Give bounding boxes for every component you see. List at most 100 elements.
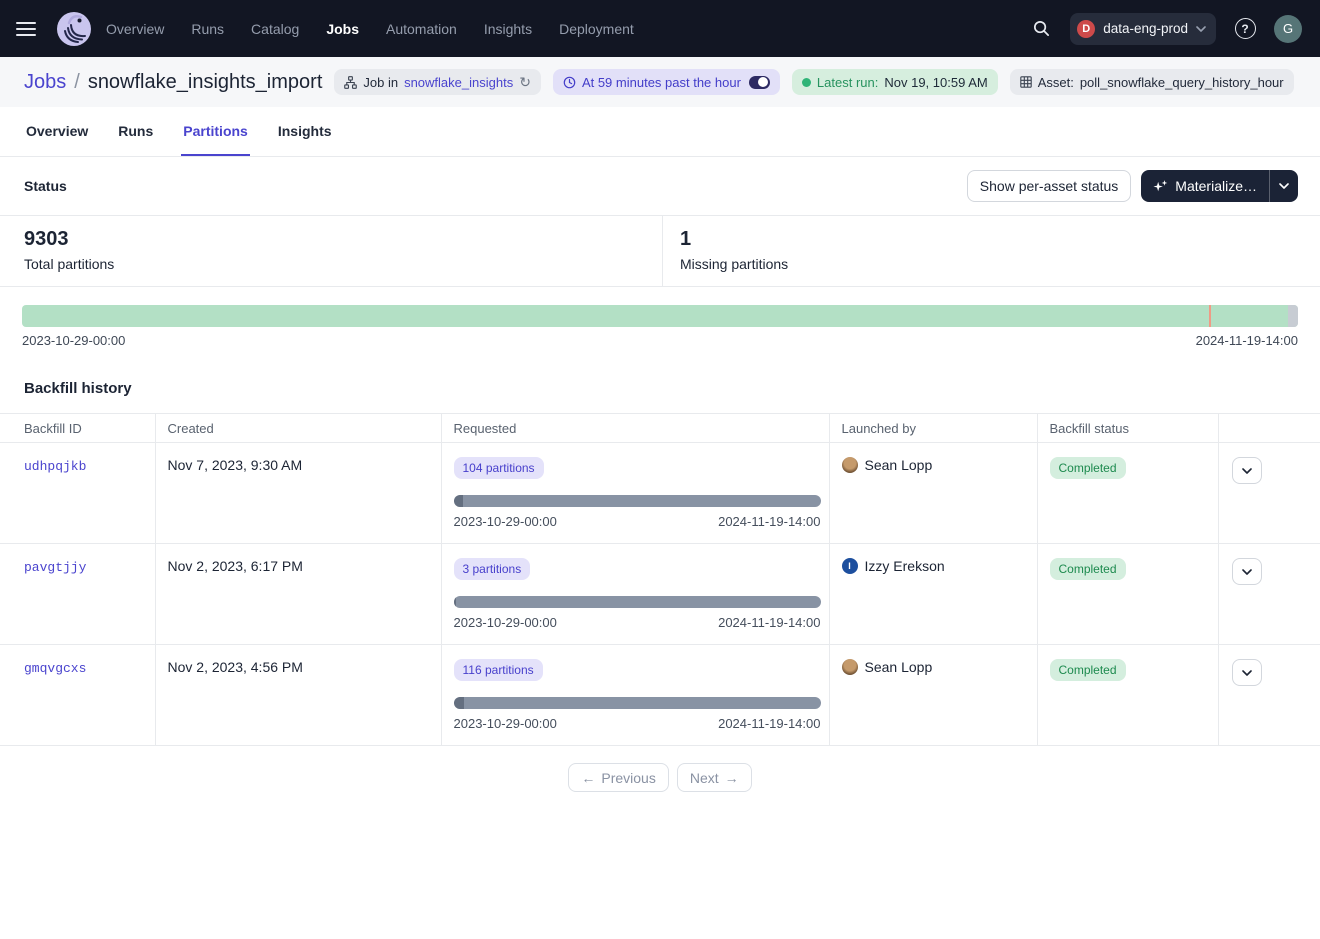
user-avatar [842, 659, 858, 675]
col-actions [1218, 414, 1320, 443]
nav-item-deployment[interactable]: Deployment [559, 21, 634, 37]
latest-run-badge: Latest run: Nov 19, 10:59 AM [792, 69, 998, 95]
row-menu-button[interactable] [1232, 558, 1262, 585]
backfill-id-link[interactable]: udhpqjkb [24, 459, 86, 474]
arrow-left-icon: ← [581, 770, 595, 786]
backfill-range-start: 2023-10-29-00:00 [454, 615, 557, 630]
user-avatar[interactable]: G [1274, 15, 1302, 43]
deployment-switcher[interactable]: D data-eng-prod [1070, 13, 1216, 45]
help-icon[interactable]: ? [1230, 14, 1260, 44]
missing-partitions-stat: 1 Missing partitions [663, 216, 788, 286]
backfill-history-heading: Backfill history [0, 348, 1320, 413]
nav-item-jobs[interactable]: Jobs [326, 21, 359, 37]
range-start-label: 2023-10-29-00:00 [22, 333, 125, 348]
nav-item-runs[interactable]: Runs [191, 21, 224, 37]
code-location-link[interactable]: snowflake_insights [404, 75, 513, 90]
previous-label: Previous [601, 770, 655, 786]
table-header-row: Backfill ID Created Requested Launched b… [0, 414, 1320, 443]
status-badge: Completed [1050, 558, 1126, 580]
deployment-name: data-eng-prod [1103, 21, 1188, 36]
chevron-down-icon [1242, 670, 1252, 676]
top-nav: Overview Runs Catalog Jobs Automation In… [0, 0, 1320, 57]
user-avatar [842, 457, 858, 473]
asset-name[interactable]: poll_snowflake_query_history_hour [1080, 75, 1284, 90]
job-location-prefix: Job in [363, 75, 398, 90]
table-row: pavgtjjy Nov 2, 2023, 6:17 PM 3 partitio… [0, 544, 1320, 645]
grid-icon [1020, 76, 1032, 88]
page-title: snowflake_insights_import [88, 71, 323, 94]
materialize-dropdown-caret[interactable] [1270, 170, 1298, 202]
requested-partitions-pill[interactable]: 116 partitions [454, 659, 543, 681]
tab-runs[interactable]: Runs [116, 109, 155, 156]
created-timestamp: Nov 7, 2023, 9:30 AM [168, 457, 303, 473]
col-created: Created [155, 414, 441, 443]
col-launched-by: Launched by [829, 414, 1037, 443]
nav-item-automation[interactable]: Automation [386, 21, 457, 37]
menu-icon[interactable] [16, 12, 50, 46]
col-backfill-status: Backfill status [1037, 414, 1218, 443]
next-label: Next [690, 770, 719, 786]
range-end-label: 2024-11-19-14:00 [1196, 333, 1298, 348]
tab-partitions[interactable]: Partitions [181, 109, 250, 156]
schedule-toggle[interactable] [749, 76, 770, 89]
row-menu-button[interactable] [1232, 457, 1262, 484]
next-page-button[interactable]: Next → [677, 763, 752, 792]
show-per-asset-status-button[interactable]: Show per-asset status [967, 170, 1132, 202]
nav-item-catalog[interactable]: Catalog [251, 21, 299, 37]
partition-status-bar[interactable] [22, 305, 1298, 327]
backfill-history-table: Backfill ID Created Requested Launched b… [0, 413, 1320, 746]
backfill-id-link[interactable]: pavgtjjy [24, 560, 86, 575]
pagination: ← Previous Next → [0, 763, 1320, 792]
table-row: udhpqjkb Nov 7, 2023, 9:30 AM 104 partit… [0, 443, 1320, 544]
missing-partitions-label: Missing partitions [680, 256, 788, 272]
row-menu-button[interactable] [1232, 659, 1262, 686]
schedule-badge: At 59 minutes past the hour [553, 69, 780, 95]
breadcrumb-bar: Jobs / snowflake_insights_import Job in … [0, 57, 1320, 107]
materialize-button[interactable]: Materialize… [1141, 170, 1269, 202]
total-partitions-value: 9303 [24, 228, 662, 251]
breadcrumb: Jobs / snowflake_insights_import [24, 71, 322, 94]
backfill-range-end: 2024-11-19-14:00 [718, 615, 820, 630]
backfill-range-start: 2023-10-29-00:00 [454, 716, 557, 731]
launched-by-name: Izzy Erekson [865, 558, 945, 574]
launched-by-name: Sean Lopp [865, 659, 933, 675]
backfill-range-bar [454, 697, 821, 709]
latest-run-time[interactable]: Nov 19, 10:59 AM [884, 75, 987, 90]
unpartitioned-cap [1288, 305, 1298, 327]
launched-by-name: Sean Lopp [865, 457, 933, 473]
materialize-split-button: Materialize… [1141, 170, 1298, 202]
created-timestamp: Nov 2, 2023, 6:17 PM [168, 558, 303, 574]
nav-item-overview[interactable]: Overview [106, 21, 164, 37]
previous-page-button[interactable]: ← Previous [568, 763, 668, 792]
arrow-right-icon: → [725, 770, 739, 786]
sparkle-icon [1153, 179, 1168, 194]
materialize-label: Materialize… [1175, 178, 1257, 194]
refresh-icon[interactable]: ↻ [519, 75, 531, 89]
requested-partitions-pill[interactable]: 104 partitions [454, 457, 544, 479]
chevron-down-icon [1242, 569, 1252, 575]
search-icon[interactable] [1026, 14, 1056, 44]
requested-partitions-pill[interactable]: 3 partitions [454, 558, 531, 580]
col-backfill-id: Backfill ID [0, 414, 155, 443]
status-section-header: Status Show per-asset status Materialize… [0, 157, 1320, 215]
tab-insights[interactable]: Insights [276, 109, 334, 156]
status-heading: Status [24, 178, 67, 194]
schedule-label: At 59 minutes past the hour [582, 75, 741, 90]
nav-item-insights[interactable]: Insights [484, 21, 532, 37]
asset-badge: Asset: poll_snowflake_query_history_hour [1010, 69, 1294, 95]
tab-overview[interactable]: Overview [24, 109, 90, 156]
table-row: gmqvgcxs Nov 2, 2023, 4:56 PM 116 partit… [0, 645, 1320, 746]
backfill-range-end: 2024-11-19-14:00 [718, 514, 820, 529]
backfill-id-link[interactable]: gmqvgcxs [24, 661, 86, 676]
breadcrumb-jobs-link[interactable]: Jobs [24, 71, 66, 94]
backfill-range-bar [454, 596, 821, 608]
status-badge: Completed [1050, 457, 1126, 479]
partition-stats: 9303 Total partitions 1 Missing partitio… [0, 215, 1320, 287]
chevron-down-icon [1242, 468, 1252, 474]
job-location-badge: Job in snowflake_insights ↻ [334, 69, 541, 95]
user-avatar: I [842, 558, 858, 574]
dagster-logo[interactable] [56, 11, 92, 47]
missing-partitions-value: 1 [680, 228, 788, 251]
partition-health: 2023-10-29-00:00 2024-11-19-14:00 [0, 287, 1320, 348]
job-graph-icon [344, 76, 357, 89]
